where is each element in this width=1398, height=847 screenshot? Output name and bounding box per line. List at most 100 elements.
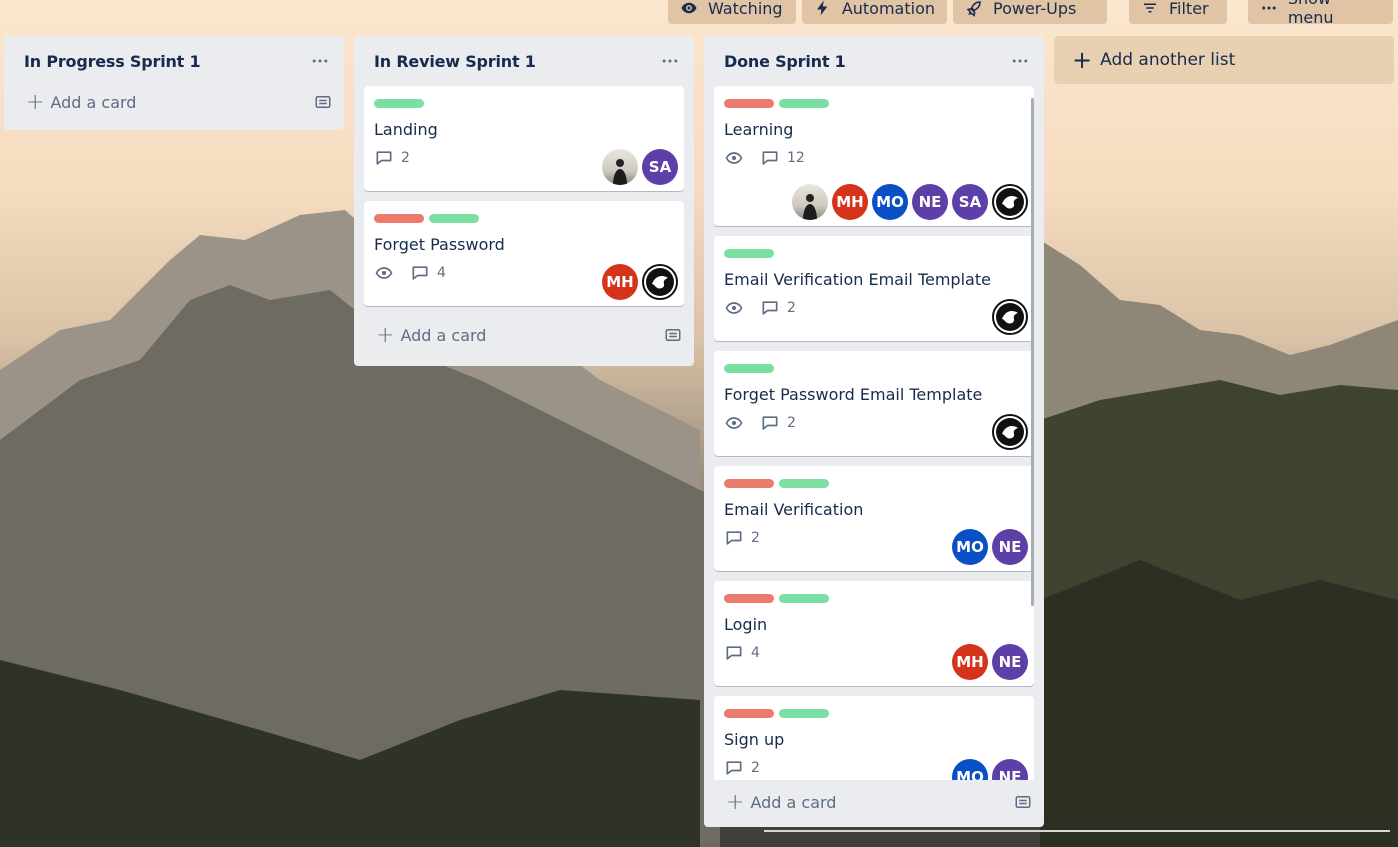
card-template-icon[interactable] [314, 93, 332, 111]
label-green[interactable] [429, 214, 479, 223]
card-template-icon[interactable] [664, 326, 682, 344]
comments-badge: 4 [724, 643, 760, 663]
watching-label: Watching [708, 0, 783, 18]
watch-badge [724, 413, 744, 433]
avatar[interactable]: MO [952, 759, 988, 780]
card[interactable]: Email Verification Email Template 2 [714, 236, 1034, 341]
comments-badge: 2 [724, 758, 760, 778]
add-card-label: Add a card [750, 792, 837, 812]
card-title: Sign up [724, 730, 785, 749]
label-green[interactable] [779, 709, 829, 718]
filter-icon [1144, 3, 1156, 13]
list-menu-button[interactable] [1008, 49, 1032, 73]
avatar[interactable]: MO [952, 529, 988, 565]
label-green[interactable] [779, 99, 829, 108]
comment-icon [762, 416, 778, 430]
card-labels [724, 594, 1024, 604]
card-list: Learning 12 MH MO NE SA Email Verification Ema… [704, 86, 1044, 780]
automation-button[interactable]: Automation [802, 0, 947, 24]
comment-icon [762, 301, 778, 315]
list-scrollbar[interactable] [1031, 98, 1034, 606]
powerups-button[interactable]: Power-Ups [953, 0, 1107, 24]
list-menu-button[interactable] [658, 49, 682, 73]
card-labels [374, 214, 674, 224]
add-card-button[interactable]: + Add a card [704, 780, 1044, 824]
list-header: In Progress Sprint 1 [4, 36, 344, 86]
avatar-logo[interactable] [992, 299, 1028, 335]
label-red[interactable] [724, 709, 774, 718]
watch-badge [374, 263, 394, 283]
label-red[interactable] [724, 99, 774, 108]
watch-icon [725, 417, 743, 429]
card-badges: 2 [724, 414, 1024, 432]
avatar-logo[interactable] [992, 184, 1028, 220]
filter-button[interactable]: Filter [1129, 0, 1227, 24]
card-members: MH MO NE SA [792, 184, 1028, 220]
card[interactable]: Forget Password 4 MH [364, 201, 684, 306]
card-labels [724, 249, 1024, 259]
card-list: Landing 2 SA Forget Password 4 MH [354, 86, 694, 306]
card-title: Email Verification [724, 500, 864, 519]
label-red[interactable] [724, 594, 774, 603]
label-green[interactable] [724, 364, 774, 373]
avatar-logo[interactable] [992, 414, 1028, 450]
comments-badge: 12 [760, 148, 805, 168]
avatar[interactable]: MH [602, 264, 638, 300]
card[interactable]: Learning 12 MH MO NE SA [714, 86, 1034, 226]
card-members: MH NE [952, 644, 1028, 680]
card-labels [724, 479, 1024, 489]
avatar-photo[interactable] [792, 184, 828, 220]
list-in-progress: In Progress Sprint 1 + Add a card [4, 36, 344, 130]
list-title[interactable]: In Progress Sprint 1 [24, 52, 308, 71]
more-icon [312, 59, 328, 63]
avatar[interactable]: NE [912, 184, 948, 220]
watching-button[interactable]: Watching [668, 0, 796, 24]
avatar[interactable]: MH [832, 184, 868, 220]
avatar-logo[interactable] [642, 264, 678, 300]
add-card-button[interactable]: + Add a card [354, 312, 694, 358]
label-green[interactable] [374, 99, 424, 108]
board-scrollbar[interactable] [764, 830, 1390, 832]
label-green[interactable] [724, 249, 774, 258]
list-title[interactable]: Done Sprint 1 [724, 52, 1008, 71]
card[interactable]: Forget Password Email Template 2 [714, 351, 1034, 456]
label-green[interactable] [779, 594, 829, 603]
avatar-photo[interactable] [602, 149, 638, 185]
comment-icon [762, 151, 778, 165]
card[interactable]: Login 4 MH NE [714, 581, 1034, 686]
more-icon [662, 59, 678, 63]
avatar[interactable]: NE [992, 759, 1028, 780]
watch-icon [725, 152, 743, 164]
label-green[interactable] [779, 479, 829, 488]
avatar[interactable]: NE [992, 644, 1028, 680]
list-title[interactable]: In Review Sprint 1 [374, 52, 658, 71]
avatar[interactable]: SA [952, 184, 988, 220]
avatar[interactable]: MH [952, 644, 988, 680]
avatar[interactable]: SA [642, 149, 678, 185]
more-icon [1012, 59, 1028, 63]
logo-icon [646, 268, 674, 296]
list-menu-button[interactable] [308, 49, 332, 73]
card[interactable]: Email Verification 2 MO NE [714, 466, 1034, 571]
card-title: Forget Password Email Template [724, 385, 983, 404]
avatar[interactable]: NE [992, 529, 1028, 565]
label-red[interactable] [724, 479, 774, 488]
comments-badge: 4 [410, 263, 446, 283]
comment-count: 4 [437, 265, 446, 281]
label-red[interactable] [374, 214, 424, 223]
card-title: Email Verification Email Template [724, 270, 991, 289]
comment-icon [726, 761, 742, 775]
plus-icon: + [1072, 46, 1093, 74]
card-badges: 2 [724, 299, 1024, 317]
card[interactable]: Landing 2 SA [364, 86, 684, 191]
comment-count: 2 [787, 415, 796, 431]
show-menu-button[interactable]: Show menu [1248, 0, 1393, 27]
add-card-button[interactable]: + Add a card [4, 80, 344, 124]
comment-count: 4 [751, 645, 760, 661]
add-list-button[interactable]: + Add another list [1054, 36, 1394, 84]
avatar[interactable]: MO [872, 184, 908, 220]
person-photo-icon [803, 194, 817, 220]
comment-icon [726, 531, 742, 545]
card-template-icon[interactable] [1014, 793, 1032, 811]
card[interactable]: Sign up 2 MO NE [714, 696, 1034, 780]
